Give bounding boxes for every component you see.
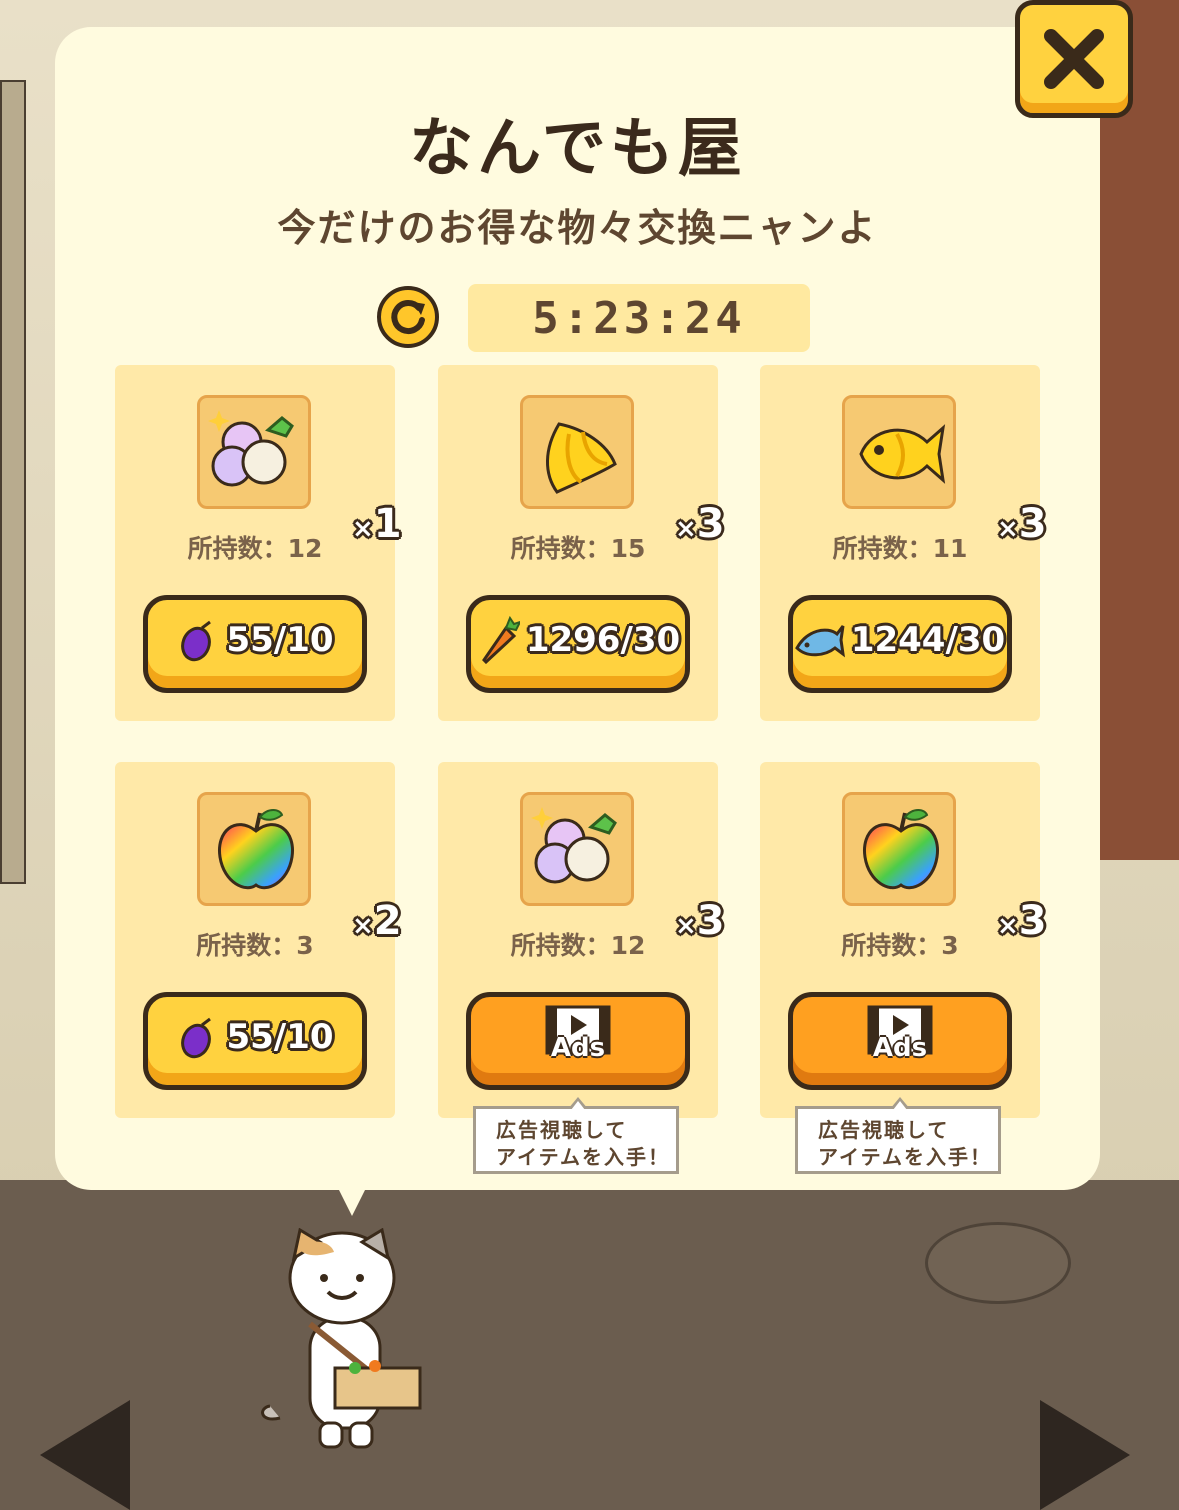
refresh-timer: 5:23:24: [468, 284, 810, 352]
shop-dialog: なんでも屋 今だけのお得な物々交換ニャンよ 5:23:24 ×1 所持数：12: [55, 27, 1100, 1190]
price-label: 55/10: [226, 620, 334, 660]
offer-card: ×2 所持数：3 55/10: [115, 762, 402, 1118]
tooltip-line: アイテムを入手！: [496, 1145, 670, 1169]
owned-count: 所持数：12: [510, 931, 646, 960]
scroll-right-arrow-icon[interactable]: [1040, 1400, 1130, 1510]
offer-card: ×3 所持数：11 1244/30: [760, 365, 1047, 721]
exchange-button[interactable]: 1244/30: [788, 595, 1012, 693]
ad-tooltip: 広告視聴して アイテムを入手！: [795, 1097, 1001, 1174]
plum-icon: [181, 1017, 212, 1059]
tooltip-line: 広告視聴して: [818, 1118, 950, 1142]
ads-label: Ads: [550, 1033, 606, 1063]
offer-card: ×1 所持数：12 55/10: [115, 365, 402, 721]
fish-icon: [794, 625, 845, 658]
offer-card: ×3 所持数：15 1296/30: [438, 365, 725, 721]
tooltip-line: アイテムを入手！: [818, 1145, 992, 1169]
rainbow-turnips-icon: ×3: [520, 792, 725, 941]
price-label: 1244/30: [850, 620, 1006, 660]
speech-bubble-tail: [338, 1188, 366, 1216]
refresh-icon[interactable]: [377, 286, 439, 348]
rainbow-apple-icon: ×2: [197, 792, 402, 941]
shop-subtitle: 今だけのお得な物々交換ニャンよ: [277, 206, 878, 250]
golden-fish-icon: ×3: [842, 395, 1047, 544]
offer-card: ×3 所持数：3 Ads: [760, 762, 1047, 1118]
golden-cabbage-icon: ×3: [520, 395, 725, 544]
watch-ad-button[interactable]: Ads: [466, 992, 690, 1090]
owned-count: 所持数：15: [510, 534, 646, 563]
rainbow-apple-icon: ×3: [842, 792, 1047, 941]
ads-label: Ads: [872, 1033, 928, 1063]
offer-card: ×3 所持数：12 Ads: [438, 762, 725, 1118]
exchange-button[interactable]: 55/10: [143, 595, 367, 693]
plum-icon: [181, 620, 212, 662]
shopkeeper-cat-icon: [261, 1228, 422, 1449]
scroll-left-arrow-icon[interactable]: [40, 1400, 130, 1510]
background-plank: [0, 80, 26, 884]
owned-count: 所持数：3: [841, 931, 959, 960]
exchange-button[interactable]: 55/10: [143, 992, 367, 1090]
owned-count: 所持数：12: [187, 534, 323, 563]
price-label: 1296/30: [525, 620, 681, 660]
owned-count: 所持数：11: [832, 534, 968, 563]
close-button[interactable]: [1015, 0, 1133, 118]
rainbow-turnips-icon: ×1: [197, 395, 402, 544]
exchange-button[interactable]: 1296/30: [466, 595, 690, 693]
ad-tooltip: 広告視聴して アイテムを入手！: [473, 1097, 679, 1174]
carrot-icon: [481, 616, 520, 664]
watch-ad-button[interactable]: Ads: [788, 992, 1012, 1090]
price-label: 55/10: [226, 1017, 334, 1057]
owned-count: 所持数：3: [196, 931, 314, 960]
background-rock: [925, 1222, 1071, 1304]
close-x-icon: [1044, 29, 1104, 89]
tooltip-line: 広告視聴して: [496, 1118, 628, 1142]
shop-title: なんでも屋: [409, 112, 746, 186]
